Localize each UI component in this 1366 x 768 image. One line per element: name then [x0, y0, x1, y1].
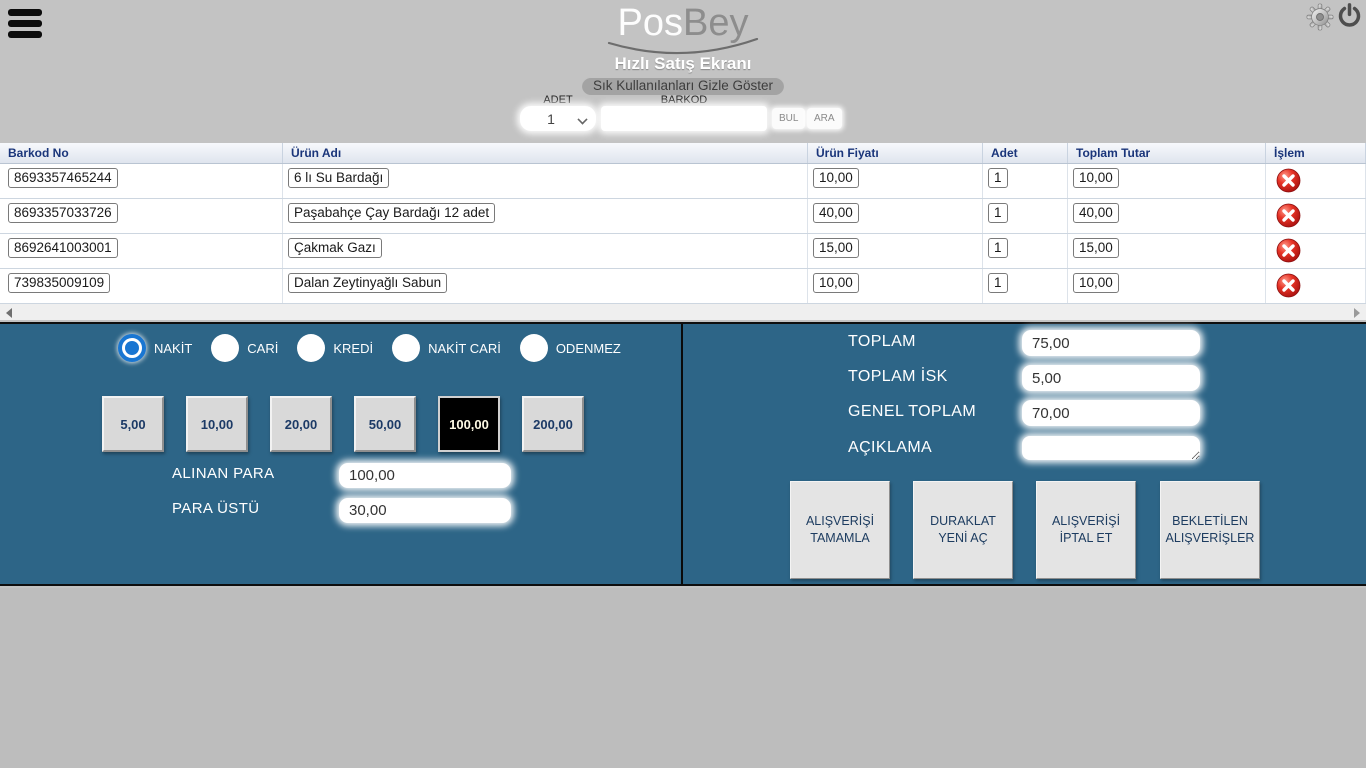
complete-sale-button[interactable]: ALIŞVERİŞİ TAMAMLA — [790, 481, 890, 579]
delete-row-icon[interactable] — [1276, 203, 1301, 228]
col-header-adet: Adet — [983, 143, 1068, 163]
cancel-sale-button[interactable]: ALIŞVERİŞİ İPTAL ET — [1036, 481, 1136, 579]
radio-nakit-cari[interactable]: NAKİT CARİ — [392, 334, 501, 362]
radio-circle[interactable] — [211, 334, 239, 362]
table-row: 8692641003001 Çakmak Gazı 15,00 1 15,00 — [0, 234, 1366, 269]
row-total-field[interactable]: 15,00 — [1073, 238, 1119, 258]
row-price-field[interactable]: 10,00 — [813, 168, 859, 188]
denom-button-10[interactable]: 10,00 — [186, 396, 248, 452]
genel-toplam-label: GENEL TOPLAM — [848, 403, 976, 421]
denom-button-5[interactable]: 5,00 — [102, 396, 164, 452]
row-product-name-field[interactable]: Çakmak Gazı — [288, 238, 382, 258]
table-row: 8693357465244 6 lı Su Bardağı 10,00 1 10… — [0, 164, 1366, 199]
row-qty-field[interactable]: 1 — [988, 238, 1008, 258]
row-barcode-field[interactable]: 8693357033726 — [8, 203, 118, 223]
col-header-tutar: Toplam Tutar — [1068, 143, 1266, 163]
table-row: 8693357033726 Paşabahçe Çay Bardağı 12 a… — [0, 199, 1366, 234]
toplam-isk-input[interactable] — [1022, 365, 1200, 391]
power-logout-icon[interactable] — [1336, 2, 1363, 29]
radio-circle[interactable] — [392, 334, 420, 362]
barkod-label: BARKOD — [601, 94, 767, 106]
para-ustu-input[interactable] — [339, 498, 511, 523]
toplam-isk-label: TOPLAM İSK — [848, 368, 948, 386]
chevron-down-icon — [578, 115, 587, 124]
pos-fast-sale-screen: PosBey Hızlı Satış Ekranı Sık Kullanılan… — [0, 0, 1366, 768]
delete-row-icon[interactable] — [1276, 238, 1301, 263]
radio-circle[interactable] — [520, 334, 548, 362]
col-header-urun-adi: Ürün Adı — [283, 143, 808, 163]
settings-gear-icon[interactable] — [1306, 3, 1334, 31]
quantity-value: 1 — [547, 111, 555, 127]
radio-label: KREDİ — [333, 341, 373, 356]
row-total-field[interactable]: 10,00 — [1073, 168, 1119, 188]
held-sales-button[interactable]: BEKLETİLEN ALIŞVERİŞLER — [1160, 481, 1260, 579]
delete-row-icon[interactable] — [1276, 168, 1301, 193]
denom-button-100[interactable]: 100,00 — [438, 396, 500, 452]
row-barcode-field[interactable]: 8693357465244 — [8, 168, 118, 188]
radio-circle[interactable] — [297, 334, 325, 362]
pause-open-new-button[interactable]: DURAKLAT YENİ AÇ — [913, 481, 1013, 579]
col-header-islem: İşlem — [1266, 143, 1366, 163]
aciklama-label: AÇIKLAMA — [848, 439, 932, 457]
radio-circle-selected[interactable] — [118, 334, 146, 362]
row-total-field[interactable]: 40,00 — [1073, 203, 1119, 223]
row-barcode-field[interactable]: 8692641003001 — [8, 238, 118, 258]
toplam-label: TOPLAM — [848, 333, 916, 351]
radio-nakit[interactable]: NAKİT — [118, 334, 192, 362]
table-horizontal-scrollbar[interactable] — [0, 304, 1366, 320]
alinan-para-label: ALINAN PARA — [172, 465, 275, 482]
row-price-field[interactable]: 15,00 — [813, 238, 859, 258]
radio-label: CARİ — [247, 341, 278, 356]
row-product-name-field[interactable]: Dalan Zeytinyağlı Sabun — [288, 273, 447, 293]
denom-button-50[interactable]: 50,00 — [354, 396, 416, 452]
denom-button-20[interactable]: 20,00 — [270, 396, 332, 452]
row-product-name-field[interactable]: Paşabahçe Çay Bardağı 12 adet — [288, 203, 495, 223]
adet-label: ADET — [520, 94, 596, 106]
row-qty-field[interactable]: 1 — [988, 203, 1008, 223]
page-title: Hızlı Satış Ekranı — [0, 54, 1366, 74]
payment-method-radios: NAKİT CARİ KREDİ NAKİT CARİ ODENMEZ — [118, 334, 640, 362]
row-product-name-field[interactable]: 6 lı Su Bardağı — [288, 168, 389, 188]
para-ustu-label: PARA ÜSTÜ — [172, 500, 260, 517]
row-price-field[interactable]: 40,00 — [813, 203, 859, 223]
col-header-fiyat: Ürün Fiyatı — [808, 143, 983, 163]
alinan-para-input[interactable] — [339, 463, 511, 488]
denom-button-200[interactable]: 200,00 — [522, 396, 584, 452]
toplam-input[interactable] — [1022, 330, 1200, 356]
panel-divider — [681, 324, 683, 584]
row-barcode-field[interactable]: 739835009109 — [8, 273, 110, 293]
radio-label: ODENMEZ — [556, 341, 621, 356]
radio-odenmez[interactable]: ODENMEZ — [520, 334, 621, 362]
radio-label: NAKİT CARİ — [428, 341, 501, 356]
find-button[interactable]: BUL — [772, 108, 805, 129]
table-header-row: Barkod No Ürün Adı Ürün Fiyatı Adet Topl… — [0, 143, 1366, 164]
row-qty-field[interactable]: 1 — [988, 273, 1008, 293]
quantity-select[interactable]: 1 — [520, 106, 596, 131]
col-header-barkod: Barkod No — [0, 143, 283, 163]
row-qty-field[interactable]: 1 — [988, 168, 1008, 188]
row-total-field[interactable]: 10,00 — [1073, 273, 1119, 293]
barcode-input[interactable] — [601, 106, 767, 131]
payment-panel: NAKİT CARİ KREDİ NAKİT CARİ ODENMEZ 5,00… — [0, 322, 1366, 586]
radio-label: NAKİT — [154, 341, 192, 356]
search-button[interactable]: ARA — [807, 108, 842, 129]
row-price-field[interactable]: 10,00 — [813, 273, 859, 293]
aciklama-textarea[interactable] — [1022, 436, 1200, 460]
sale-items-table: Barkod No Ürün Adı Ürün Fiyatı Adet Topl… — [0, 143, 1366, 304]
genel-toplam-input[interactable] — [1022, 400, 1200, 426]
scroll-right-arrow-icon[interactable] — [1354, 308, 1360, 318]
footer-background — [0, 588, 1366, 768]
delete-row-icon[interactable] — [1276, 273, 1301, 298]
radio-kredi[interactable]: KREDİ — [297, 334, 373, 362]
favorites-toggle-button[interactable]: Sık Kullanılanları Gizle Göster — [582, 77, 784, 95]
table-row: 739835009109 Dalan Zeytinyağlı Sabun 10,… — [0, 269, 1366, 304]
radio-cari[interactable]: CARİ — [211, 334, 278, 362]
denomination-buttons: 5,00 10,00 20,00 50,00 100,00 200,00 — [102, 396, 606, 452]
scroll-left-arrow-icon[interactable] — [6, 308, 12, 318]
